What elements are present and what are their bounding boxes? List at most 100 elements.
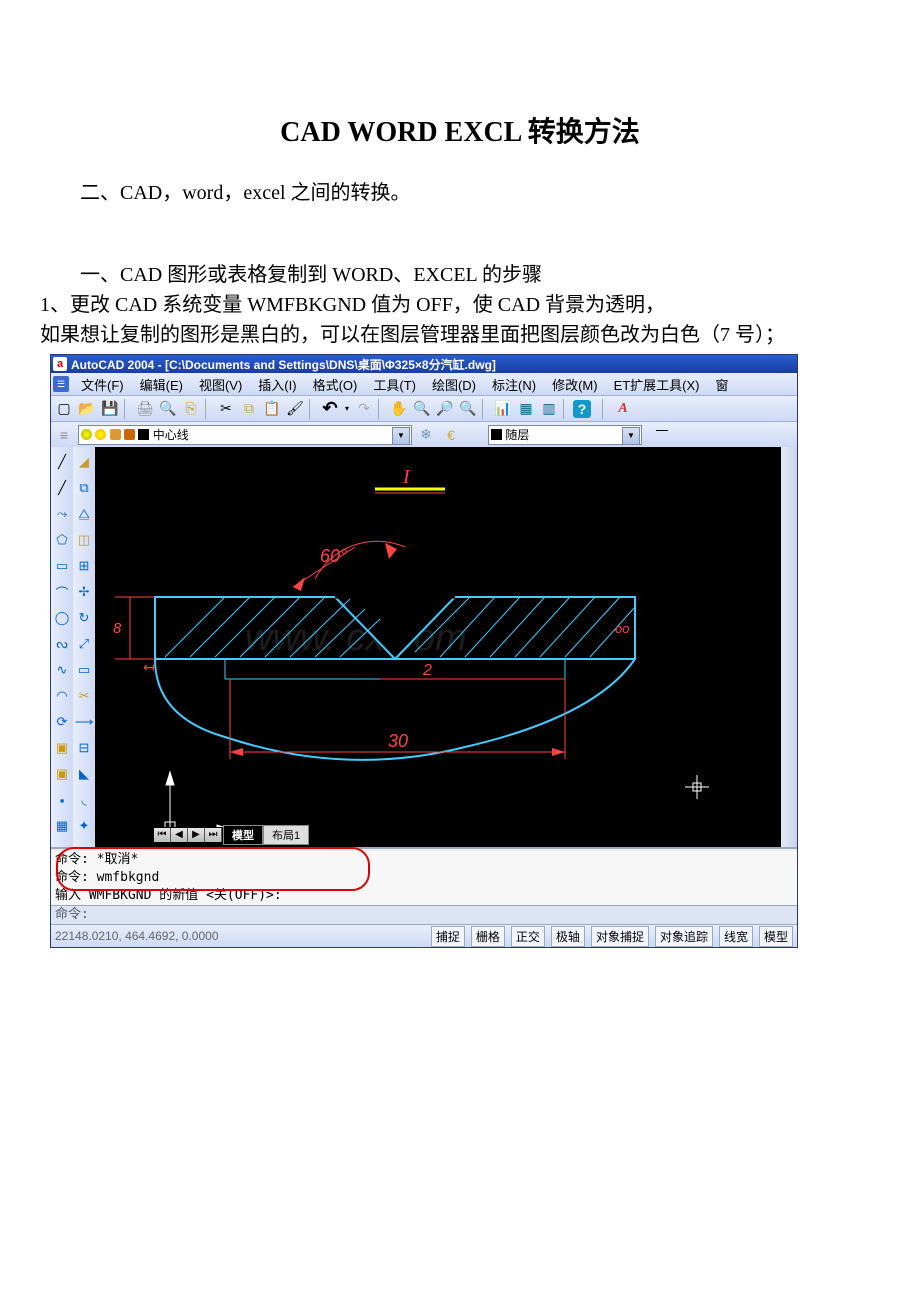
color-label: 随层 — [505, 426, 529, 443]
status-polar[interactable]: 极轴 — [551, 926, 585, 947]
menu-et-tools[interactable]: ET扩展工具(X) — [606, 372, 708, 397]
erase-icon[interactable]: ◢ — [75, 453, 93, 471]
pline-icon[interactable]: ⤳ — [53, 505, 71, 523]
paste-icon[interactable]: 📋 — [261, 399, 283, 419]
new-icon[interactable]: ▢ — [53, 399, 75, 419]
menu-draw[interactable]: 绘图(D) — [424, 372, 484, 397]
cmd-prompt[interactable]: 命令: — [51, 905, 797, 924]
point-icon[interactable]: ▪ — [53, 791, 71, 809]
color-dropdown[interactable]: 随层 — [488, 425, 642, 445]
drawing-text-i: I — [402, 466, 411, 488]
status-osnap[interactable]: 对象捕捉 — [591, 926, 649, 947]
tab-prev-icon[interactable]: ◀ — [171, 828, 188, 842]
vertical-scrollbar[interactable] — [781, 447, 797, 847]
design-center-icon[interactable]: ▦ — [515, 399, 537, 419]
hatch-icon[interactable]: ▦ — [53, 817, 71, 835]
status-grid[interactable]: 栅格 — [471, 926, 505, 947]
break-icon[interactable]: ⊟ — [75, 739, 93, 757]
pan-icon[interactable]: ✋ — [388, 399, 410, 419]
fillet-icon[interactable]: ◟ — [75, 791, 93, 809]
layer-states-icon[interactable]: € — [440, 425, 462, 445]
polygon-icon[interactable]: ⬠ — [53, 531, 71, 549]
rectangle-icon[interactable]: ▭ — [53, 557, 71, 575]
command-line-area: 命令: *取消* 命令: wmfbkgnd 输入 WMFBKGND 的新值 <关… — [51, 847, 797, 924]
status-ortho[interactable]: 正交 — [511, 926, 545, 947]
trim-icon[interactable]: ✂ — [75, 687, 93, 705]
status-model[interactable]: 模型 — [759, 926, 793, 947]
layer-manager-icon[interactable]: ≡ — [53, 425, 75, 445]
layer-prev-icon[interactable]: ❄ — [415, 425, 437, 445]
extend-icon[interactable]: ⟶ — [75, 713, 93, 731]
modify-toolbar: ◢ ⧉ ⧋ ◫ ⊞ ✢ ↻ ⤢ ▭ ✂ ⟶ ⊟ ◣ ◟ ✦ — [73, 447, 95, 847]
svg-text:8: 8 — [113, 620, 122, 637]
zoom-window-icon[interactable]: 🔎 — [434, 399, 456, 419]
status-snap[interactable]: 捕捉 — [431, 926, 465, 947]
tab-model[interactable]: 模型 — [223, 825, 263, 845]
help-icon[interactable]: ? — [573, 400, 591, 418]
explode-icon[interactable]: ✦ — [75, 817, 93, 835]
menu-view[interactable]: 视图(V) — [191, 372, 250, 397]
revcloud-icon[interactable]: ⟳ — [53, 713, 71, 731]
array-icon[interactable]: ⊞ — [75, 557, 93, 575]
print-icon[interactable]: 🖨 — [134, 399, 156, 419]
undo-icon[interactable]: ↶ — [319, 399, 341, 419]
layer-name: 中心线 — [153, 426, 189, 443]
xline-icon[interactable]: ╱ — [53, 479, 71, 497]
menu-format[interactable]: 格式(O) — [305, 372, 366, 397]
save-icon[interactable]: 💾 — [99, 399, 121, 419]
undo-dd-icon[interactable]: ▾ — [342, 399, 352, 419]
circle-icon[interactable]: ◯ — [53, 609, 71, 627]
chamfer-icon[interactable]: ◣ — [75, 765, 93, 783]
tab-next-icon[interactable]: ▶ — [188, 828, 205, 842]
layer-toolbar: ≡ 中心线 ❄ € 随层 — [51, 421, 797, 447]
block-icon[interactable]: ▣ — [53, 739, 71, 757]
svg-text:2: 2 — [422, 662, 432, 679]
offset-icon[interactable]: ◫ — [75, 531, 93, 549]
paragraph-4: 如果想让复制的图形是黑白的，可以在图层管理器里面把图层颜色改为白色（7 号）； — [40, 320, 880, 350]
menu-file[interactable]: 文件(F) — [73, 372, 132, 397]
menu-edit[interactable]: 编辑(E) — [132, 372, 191, 397]
arc-icon[interactable]: ⌒ — [53, 583, 71, 601]
move-icon[interactable]: ✢ — [75, 583, 93, 601]
tab-layout1[interactable]: 布局1 — [263, 825, 309, 845]
tab-last-icon[interactable]: ⏭ — [205, 828, 222, 842]
ellipse-icon[interactable]: ∿ — [53, 661, 71, 679]
open-icon[interactable]: 📂 — [76, 399, 98, 419]
zoom-prev-icon[interactable]: 🔍 — [457, 399, 479, 419]
status-lwt[interactable]: 线宽 — [719, 926, 753, 947]
copy-obj-icon[interactable]: ⧉ — [75, 479, 93, 497]
redo-icon[interactable]: ↷ — [353, 399, 375, 419]
menu-dim[interactable]: 标注(N) — [484, 372, 544, 397]
publish-icon[interactable]: ⎘ — [180, 399, 202, 419]
spline-icon[interactable]: ᔓ — [53, 635, 71, 653]
tab-first-icon[interactable]: ⏮ — [154, 828, 171, 842]
paragraph-2: 一、CAD 图形或表格复制到 WORD、EXCEL 的步骤 — [40, 260, 880, 290]
ellipse-arc-icon[interactable]: ◠ — [53, 687, 71, 705]
status-bar: 22148.0210, 464.4692, 0.0000 捕捉 栅格 正交 极轴… — [51, 924, 797, 947]
app-icon: a — [53, 357, 67, 371]
mirror-icon[interactable]: ⧋ — [75, 505, 93, 523]
menu-modify[interactable]: 修改(M) — [544, 372, 606, 397]
line-icon[interactable]: ╱ — [53, 453, 71, 471]
status-otrack[interactable]: 对象追踪 — [655, 926, 713, 947]
stretch-icon[interactable]: ▭ — [75, 661, 93, 679]
menu-tools[interactable]: 工具(T) — [365, 372, 424, 397]
text-style-icon[interactable]: A — [612, 399, 634, 419]
layer-dropdown[interactable]: 中心线 — [78, 425, 412, 445]
preview-icon[interactable]: 🔍 — [157, 399, 179, 419]
menu-insert[interactable]: 插入(I) — [250, 372, 304, 397]
rotate-icon[interactable]: ↻ — [75, 609, 93, 627]
scale-icon[interactable]: ⤢ — [75, 635, 93, 653]
insert-icon[interactable]: ▣ — [53, 765, 71, 783]
drawing-canvas[interactable]: www. cx.com I 60° — [95, 447, 781, 847]
matchprop-icon[interactable]: 🖌 — [284, 399, 306, 419]
menu-window[interactable]: 窗 — [708, 372, 737, 397]
tool-palette-icon[interactable]: ▥ — [538, 399, 560, 419]
copy-icon[interactable]: ⧉ — [238, 399, 260, 419]
control-menu-icon[interactable] — [53, 376, 69, 392]
standard-toolbar: ▢ 📂 💾 🖨 🔍 ⎘ ✂ ⧉ 📋 🖌 ↶ ▾ ↷ ✋ 🔍 🔎 🔍 📊 ▦ ▥ — [51, 395, 797, 421]
zoom-realtime-icon[interactable]: 🔍 — [411, 399, 433, 419]
properties-icon[interactable]: 📊 — [492, 399, 514, 419]
draw-toolbar: ╱ ╱ ⤳ ⬠ ▭ ⌒ ◯ ᔓ ∿ ◠ ⟳ ▣ ▣ ▪ ▦ — [51, 447, 73, 847]
cut-icon[interactable]: ✂ — [215, 399, 237, 419]
